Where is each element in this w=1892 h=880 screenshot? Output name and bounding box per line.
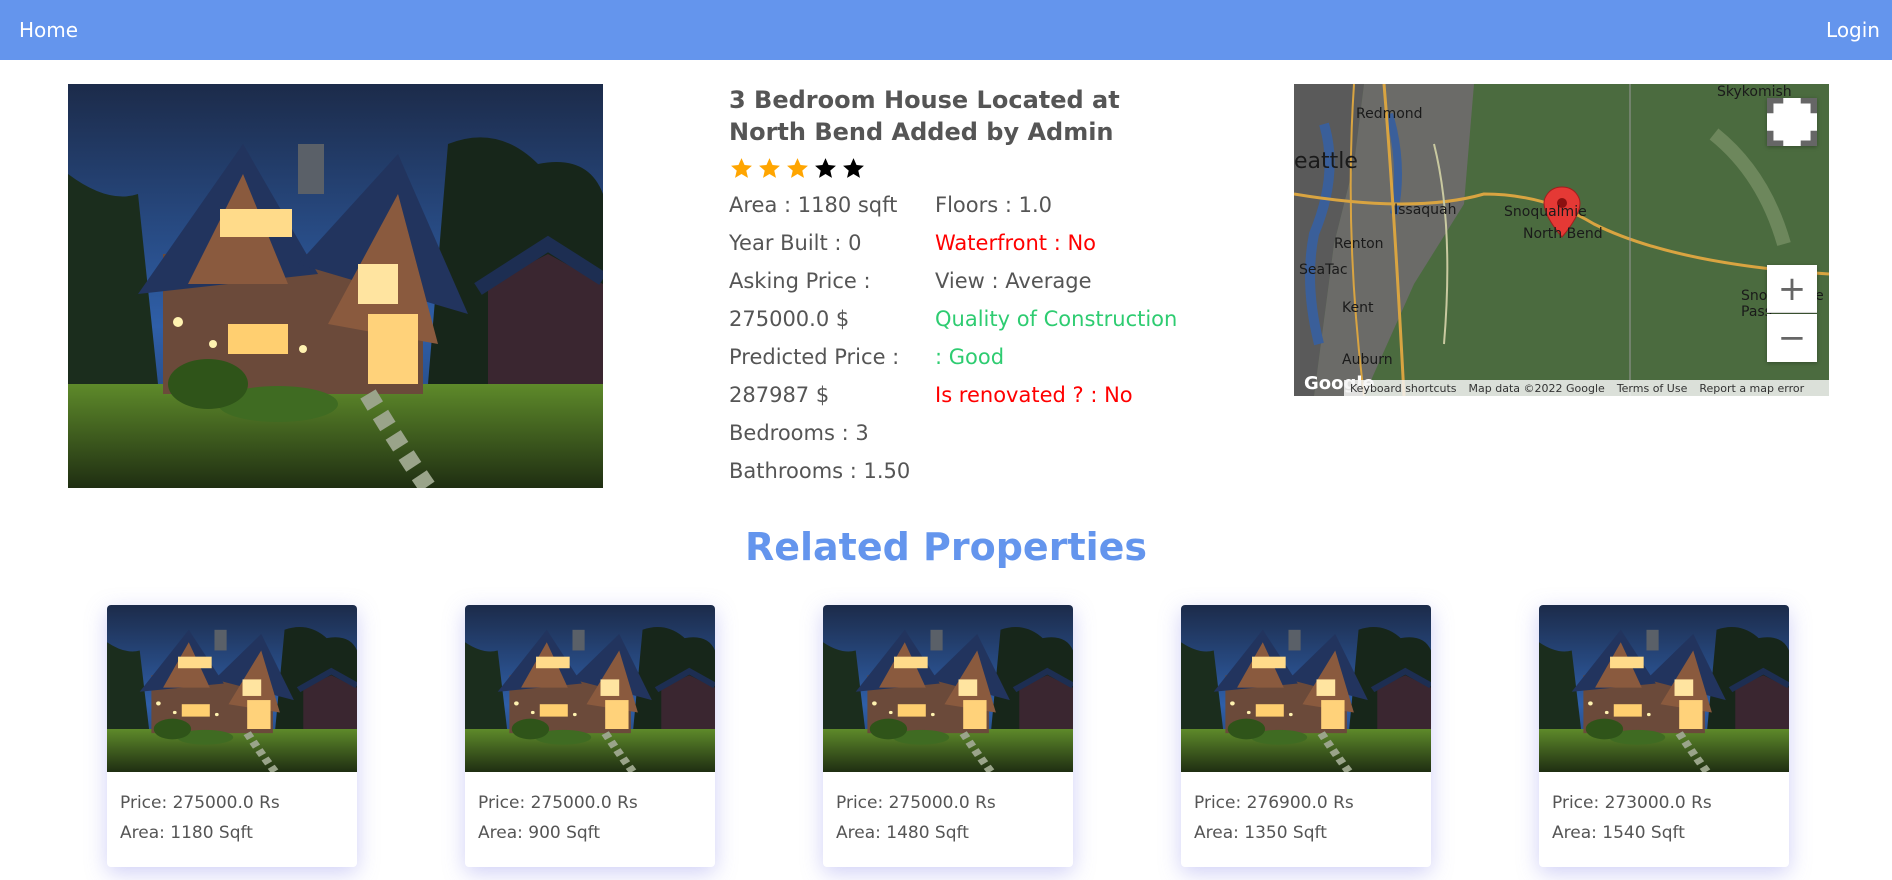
quality-label: Quality of Construction <box>935 307 1178 331</box>
bedrooms-value: Bedrooms : 3 <box>729 421 869 445</box>
star-icon <box>841 156 866 181</box>
star-icon <box>729 156 754 181</box>
map-zoom-in-button[interactable]: + <box>1767 265 1817 313</box>
related-property-card[interactable]: Price: 275000.0 Rs Area: 1480 Sqft <box>823 605 1073 867</box>
map-fullscreen-button[interactable] <box>1767 98 1817 146</box>
related-properties-title: Related Properties <box>744 525 1148 569</box>
related-property-photo <box>823 605 1073 772</box>
plus-icon: + <box>1777 268 1807 309</box>
property-details: 3 Bedroom House Located at North Bend Ad… <box>729 84 1199 483</box>
related-property-area: Area: 1540 Sqft <box>1552 823 1685 843</box>
view-value: View : Average <box>935 269 1092 293</box>
related-property-area: Area: 1480 Sqft <box>836 823 969 843</box>
predicted-price-label: Predicted Price : <box>729 345 900 369</box>
bathrooms-value: Bathrooms : 1.50 <box>729 459 911 483</box>
related-property-photo <box>107 605 357 772</box>
related-property-area: Area: 1180 Sqft <box>120 823 253 843</box>
nav-home-link[interactable]: Home <box>19 18 78 42</box>
fullscreen-icon <box>1767 98 1817 146</box>
map-terms-link[interactable]: Terms of Use <box>1617 382 1688 395</box>
map-label: Issaquah <box>1394 202 1457 218</box>
floors-value: Floors : 1.0 <box>935 193 1053 217</box>
map-keyboard-shortcuts[interactable]: Keyboard shortcuts <box>1350 382 1457 395</box>
waterfront-value: Waterfront : No <box>935 231 1097 255</box>
map-data-attribution: Map data ©2022 Google <box>1468 381 1605 395</box>
related-property-area: Area: 1350 Sqft <box>1194 823 1327 843</box>
star-icon <box>813 156 838 181</box>
related-property-card[interactable]: Price: 275000.0 Rs Area: 1180 Sqft <box>107 605 357 867</box>
related-property-area: Area: 900 Sqft <box>478 823 601 843</box>
asking-price-value: 275000.0 $ <box>729 307 850 331</box>
predicted-price-value: 287987 $ <box>729 383 830 407</box>
map-label: SeaTac <box>1299 262 1348 278</box>
related-property-photo <box>1539 605 1789 772</box>
property-title: 3 Bedroom House Located at North Bend Ad… <box>729 86 1120 146</box>
minus-icon: − <box>1777 318 1807 358</box>
year-built-value: Year Built : 0 <box>729 231 862 255</box>
map-report-error-link[interactable]: Report a map error <box>1699 382 1804 395</box>
related-property-price: Price: 276900.0 Rs <box>1194 793 1354 813</box>
related-property-card[interactable]: Price: 275000.0 Rs Area: 900 Sqft <box>465 605 715 867</box>
quality-value: : Good <box>935 345 1005 369</box>
related-property-price: Price: 275000.0 Rs <box>120 793 280 813</box>
details-left-column: Area : 1180 sqft Year Built : 0 Asking P… <box>729 186 929 490</box>
star-icon <box>757 156 782 181</box>
map-label: Renton <box>1334 236 1384 252</box>
related-property-price: Price: 275000.0 Rs <box>836 793 996 813</box>
map-label: North Bend <box>1523 226 1603 242</box>
nav-login-link[interactable]: Login <box>1826 18 1880 42</box>
map-label: Kent <box>1342 300 1374 316</box>
map-label: Auburn <box>1342 352 1393 368</box>
map-label: eattle <box>1294 149 1358 174</box>
related-property-card[interactable]: Price: 276900.0 Rs Area: 1350 Sqft <box>1181 605 1431 867</box>
property-photo <box>68 84 603 488</box>
map-footer: Keyboard shortcuts Map data ©2022 Google… <box>1344 380 1829 396</box>
map-label: Snoqualmie <box>1504 204 1587 220</box>
related-property-card[interactable]: Price: 273000.0 Rs Area: 1540 Sqft <box>1539 605 1789 867</box>
renovated-value: Is renovated ? : No <box>935 383 1133 407</box>
location-map[interactable]: Skykomish Redmond eattle Issaquah Snoqua… <box>1294 84 1829 396</box>
related-property-price: Price: 275000.0 Rs <box>478 793 638 813</box>
related-property-photo <box>465 605 715 772</box>
area-value: Area : 1180 sqft <box>729 193 898 217</box>
map-label: Redmond <box>1356 106 1423 122</box>
map-zoom-out-button[interactable]: − <box>1767 314 1817 362</box>
navbar: Home Login <box>0 0 1892 60</box>
star-icon <box>785 156 810 181</box>
related-property-price: Price: 273000.0 Rs <box>1552 793 1712 813</box>
related-property-photo <box>1181 605 1431 772</box>
star-rating <box>729 156 1199 182</box>
details-right-column: Floors : 1.0 Waterfront : No View : Aver… <box>935 186 1205 414</box>
asking-price-label: Asking Price : <box>729 269 871 293</box>
